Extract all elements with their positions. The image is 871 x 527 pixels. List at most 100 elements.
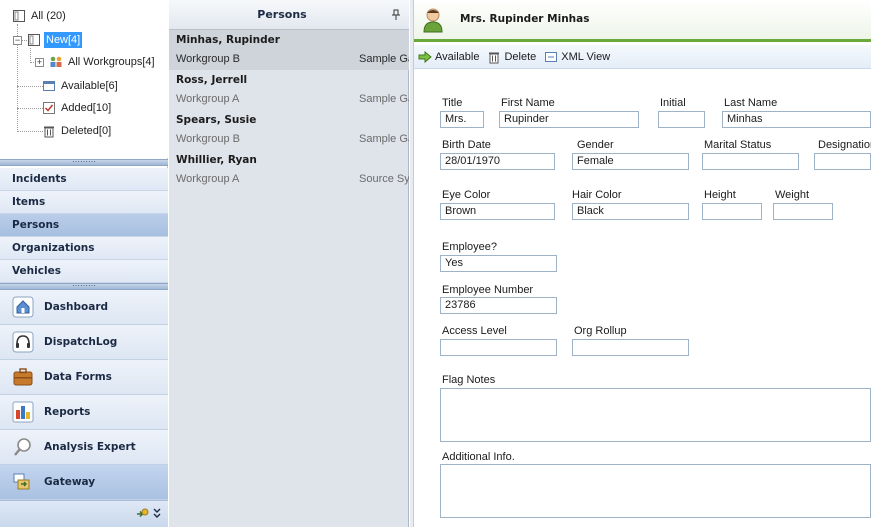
delete-button[interactable]: Delete: [487, 50, 536, 64]
nav-button-gateway[interactable]: Gateway: [0, 465, 168, 500]
left-navigation-panel: All (20) − New[4] + All Workgroups[4] Av…: [0, 0, 168, 527]
tree-node-label: New[4]: [44, 32, 83, 48]
title-label: Title: [442, 97, 463, 109]
last-name-field[interactable]: Minhas: [722, 111, 871, 128]
nav-button-label: Analysis Expert: [44, 441, 136, 453]
person-name: Ross, Jerrell: [176, 74, 248, 86]
person-source: Source Syst: [359, 173, 409, 185]
last-name-label: Last Name: [724, 97, 778, 109]
tree-line: [17, 131, 43, 132]
pin-icon[interactable]: [391, 9, 401, 21]
first-name-field[interactable]: Rupinder: [499, 111, 639, 128]
nav-button-label: Gateway: [44, 476, 96, 488]
tree-node-label: All (20): [31, 10, 66, 22]
org-rollup-label: Org Rollup: [574, 325, 627, 337]
workgroup-tree: All (20) − New[4] + All Workgroups[4] Av…: [0, 0, 168, 158]
person-row[interactable]: Minhas, Rupinder Workgroup B Sample Ga: [169, 30, 409, 70]
tree-node-all-workgroups[interactable]: All Workgroups[4]: [49, 54, 157, 70]
collapse-toggle[interactable]: −: [13, 36, 22, 45]
trash-icon: [487, 50, 501, 64]
tree-node-added[interactable]: Added[10]: [42, 100, 113, 116]
designation-field[interactable]: [814, 153, 871, 170]
person-avatar-icon: [422, 7, 444, 33]
tree-line: [30, 48, 31, 63]
nav-link-persons[interactable]: Persons: [0, 214, 168, 237]
panel-splitter[interactable]: ·········: [0, 282, 168, 290]
nav-link-vehicles[interactable]: Vehicles: [0, 260, 168, 283]
person-workgroup: Workgroup A: [176, 93, 240, 105]
chevron-double-down-icon[interactable]: [152, 506, 162, 520]
nav-button-dispatchlog[interactable]: DispatchLog: [0, 325, 168, 360]
nav-link-items[interactable]: Items: [0, 191, 168, 214]
eye-color-field[interactable]: Brown: [440, 203, 555, 220]
nav-button-reports[interactable]: Reports: [0, 395, 168, 430]
nav-button-label: Reports: [44, 406, 91, 418]
persons-list-header: Persons: [169, 0, 409, 30]
employee-number-label: Employee Number: [442, 284, 534, 296]
person-source: Sample Ga: [359, 133, 409, 145]
access-level-label: Access Level: [442, 325, 507, 337]
person-row[interactable]: Ross, Jerrell Workgroup A Sample Ga: [169, 70, 409, 110]
form-icon: [12, 9, 26, 23]
tree-node-available[interactable]: Available[6]: [42, 78, 120, 94]
available-button[interactable]: Available: [418, 50, 479, 64]
navigation-footer: [0, 500, 168, 527]
flag-notes-label: Flag Notes: [442, 374, 496, 386]
height-label: Height: [704, 189, 736, 201]
xml-view-button-label: XML View: [561, 50, 611, 63]
person-name: Whillier, Ryan: [176, 154, 257, 166]
gender-field[interactable]: Female: [572, 153, 689, 170]
tree-node-all[interactable]: All (20): [12, 8, 68, 24]
person-source: Sample Ga: [359, 93, 409, 105]
org-rollup-field[interactable]: [572, 339, 689, 356]
access-level-field[interactable]: [440, 339, 557, 356]
nav-button-label: Dashboard: [44, 301, 109, 313]
tree-node-label: Available[6]: [61, 80, 118, 92]
employee-field[interactable]: Yes: [440, 255, 557, 272]
person-row[interactable]: Whillier, Ryan Workgroup A Source Syst: [169, 150, 409, 190]
expand-toggle[interactable]: +: [35, 58, 44, 67]
hair-color-field[interactable]: Black: [572, 203, 689, 220]
checked-form-icon: [42, 101, 56, 115]
nav-button-label: DispatchLog: [44, 336, 118, 348]
additional-info-textarea[interactable]: [440, 464, 871, 518]
height-field[interactable]: [702, 203, 762, 220]
tree-line: [17, 86, 43, 87]
person-row[interactable]: Spears, Susie Workgroup B Sample Ga: [169, 110, 409, 150]
tree-node-deleted[interactable]: Deleted[0]: [42, 123, 113, 139]
arrow-right-icon: [418, 50, 432, 64]
persons-list-title: Persons: [257, 8, 307, 21]
flag-notes-textarea[interactable]: [440, 388, 871, 442]
magnifier-icon: [12, 436, 34, 458]
panel-splitter[interactable]: ·········: [0, 158, 168, 166]
person-name: Minhas, Rupinder: [176, 34, 280, 46]
xml-view-button[interactable]: XML View: [544, 50, 610, 64]
person-workgroup: Workgroup A: [176, 173, 240, 185]
first-name-label: First Name: [501, 97, 555, 109]
gateway-icon: [12, 471, 34, 493]
hair-color-label: Hair Color: [572, 189, 622, 201]
title-field[interactable]: Mrs.: [440, 111, 484, 128]
nav-button-analysis-expert[interactable]: Analysis Expert: [0, 430, 168, 465]
employee-number-field[interactable]: 23786: [440, 297, 557, 314]
initial-label: Initial: [660, 97, 686, 109]
nav-link-incidents[interactable]: Incidents: [0, 168, 168, 191]
initial-field[interactable]: [658, 111, 705, 128]
person-workgroup: Workgroup B: [176, 133, 240, 145]
home-icon: [12, 296, 34, 318]
marital-status-label: Marital Status: [704, 139, 772, 151]
eye-color-label: Eye Color: [442, 189, 491, 201]
configure-buttons-icon[interactable]: [135, 507, 149, 521]
marital-status-field[interactable]: [702, 153, 799, 170]
nav-button-dashboard[interactable]: Dashboard: [0, 290, 168, 325]
group-icon: [49, 55, 63, 69]
nav-link-organizations[interactable]: Organizations: [0, 237, 168, 260]
tree-node-label: All Workgroups[4]: [68, 56, 155, 68]
weight-field[interactable]: [773, 203, 833, 220]
tree-node-label: Deleted[0]: [61, 125, 112, 137]
birth-date-field[interactable]: 28/01/1970: [440, 153, 555, 170]
nav-button-data-forms[interactable]: Data Forms: [0, 360, 168, 395]
briefcase-icon: [12, 366, 34, 388]
tree-node-new[interactable]: New[4]: [27, 32, 83, 48]
persons-list-panel: Persons Minhas, Rupinder Workgroup B Sam…: [169, 0, 409, 527]
